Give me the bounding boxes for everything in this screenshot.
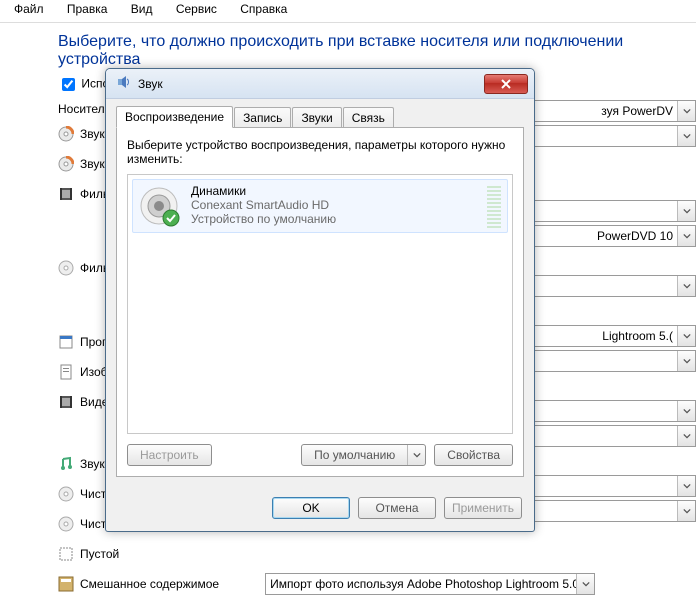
instruction: Выберите устройство воспроизведения, пар…: [127, 138, 513, 166]
chevron-down-icon[interactable]: [407, 445, 425, 465]
dialog-title: Звук: [138, 77, 163, 91]
action-combo[interactable]: [522, 350, 696, 372]
sound-dialog: Звук Воспроизведение Запись Звуки Связь …: [105, 68, 535, 532]
combo-text: Импорт фото используя Adobe Photoshop Li…: [266, 577, 576, 591]
chevron-down-icon: [677, 501, 695, 521]
apply-button[interactable]: Применить: [444, 497, 522, 519]
tab-communication[interactable]: Связь: [343, 107, 394, 128]
action-combo[interactable]: [522, 125, 696, 147]
menu-tools[interactable]: Сервис: [166, 0, 227, 19]
media-row: Пустой: [58, 542, 696, 566]
mixed-content-icon: [58, 576, 74, 592]
set-default-button[interactable]: По умолчанию: [301, 444, 426, 466]
device-name: Динамики: [191, 184, 487, 198]
menu-view[interactable]: Вид: [121, 0, 163, 19]
level-meter: [487, 184, 501, 228]
tab-sounds[interactable]: Звуки: [292, 107, 341, 128]
chevron-down-icon: [677, 426, 695, 446]
page-title: Выберите, что должно происходить при вст…: [58, 33, 696, 69]
chevron-down-icon: [677, 226, 695, 246]
music-icon: [58, 456, 74, 472]
action-combo[interactable]: [522, 475, 696, 497]
device-item[interactable]: Динамики Conexant SmartAudio HD Устройст…: [132, 179, 508, 233]
chevron-down-icon: [677, 101, 695, 121]
row-label: Смешанное содержимое: [80, 577, 219, 591]
use-autorun-checkbox[interactable]: [62, 78, 75, 91]
menu-help[interactable]: Справка: [230, 0, 297, 19]
action-combo[interactable]: Lightroom 5.(: [522, 325, 696, 347]
tabs: Воспроизведение Запись Звуки Связь: [116, 105, 524, 127]
titlebar[interactable]: Звук: [106, 69, 534, 99]
action-combo[interactable]: [522, 500, 696, 522]
sound-icon: [116, 74, 132, 93]
speaker-icon: [137, 184, 185, 228]
properties-button[interactable]: Свойства: [434, 444, 513, 466]
action-combo[interactable]: PowerDVD 10: [522, 225, 696, 247]
disc-icon: [58, 486, 74, 502]
action-combo[interactable]: [522, 275, 696, 297]
tab-playback[interactable]: Воспроизведение: [116, 106, 233, 128]
film-icon: [58, 394, 74, 410]
app-icon: [58, 334, 74, 350]
box-icon: [58, 546, 74, 562]
action-combo[interactable]: зуя PowerDV: [522, 100, 696, 122]
combo-text: PowerDVD 10: [593, 229, 677, 243]
close-icon: [500, 79, 512, 89]
action-combo[interactable]: [522, 425, 696, 447]
action-combo[interactable]: [522, 400, 696, 422]
chevron-down-icon: [677, 476, 695, 496]
sheet-icon: [58, 364, 74, 380]
tab-record[interactable]: Запись: [234, 107, 291, 128]
menu-file[interactable]: Файл: [4, 0, 54, 19]
film-icon: [58, 186, 74, 202]
disc-icon: [58, 516, 74, 532]
device-list[interactable]: Динамики Conexant SmartAudio HD Устройст…: [127, 174, 513, 434]
device-status: Устройство по умолчанию: [191, 212, 487, 226]
configure-button[interactable]: Настроить: [127, 444, 212, 466]
chevron-down-icon: [677, 201, 695, 221]
disc-color-icon: [58, 126, 74, 142]
chevron-down-icon: [677, 326, 695, 346]
disc-icon: [58, 260, 74, 276]
close-button[interactable]: [484, 74, 528, 94]
tab-pane: Выберите устройство воспроизведения, пар…: [116, 127, 524, 477]
combo-text: Lightroom 5.(: [598, 329, 677, 343]
chevron-down-icon: [677, 351, 695, 371]
chevron-down-icon: [576, 574, 594, 594]
set-default-label: По умолчанию: [302, 448, 407, 462]
device-driver: Conexant SmartAudio HD: [191, 198, 487, 212]
chevron-down-icon: [677, 276, 695, 296]
action-combo[interactable]: [522, 200, 696, 222]
row-label: Пустой: [80, 547, 119, 561]
cancel-button[interactable]: Отмена: [358, 497, 436, 519]
menubar: Файл Правка Вид Сервис Справка: [0, 0, 696, 23]
chevron-down-icon: [677, 401, 695, 421]
disc-color-icon: [58, 156, 74, 172]
chevron-down-icon: [677, 126, 695, 146]
combo-text: зуя PowerDV: [597, 104, 677, 118]
ok-button[interactable]: OK: [272, 497, 350, 519]
mixed-content-combo[interactable]: Импорт фото используя Adobe Photoshop Li…: [265, 573, 595, 595]
menu-edit[interactable]: Правка: [57, 0, 118, 19]
